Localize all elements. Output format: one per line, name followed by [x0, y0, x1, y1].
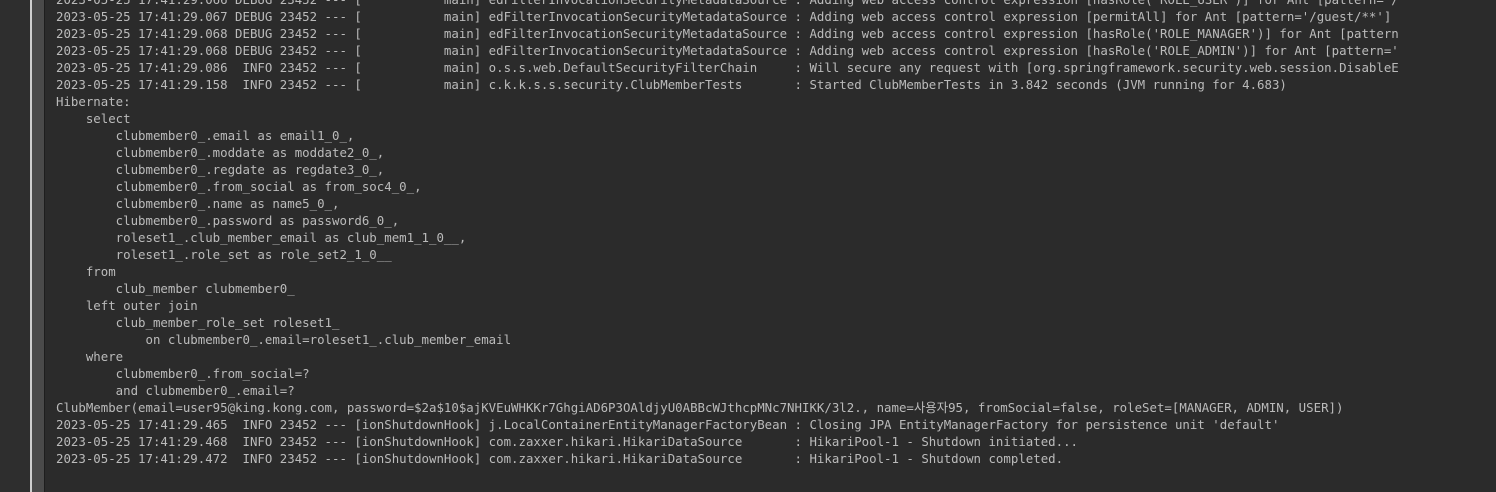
log-line: 2023-05-25 17:41:29.472 INFO 23452 --- […	[56, 451, 1064, 466]
left-gutter	[0, 0, 30, 492]
log-line: 2023-05-25 17:41:29.086 INFO 23452 --- […	[56, 60, 1399, 75]
log-line: clubmember0_.regdate as regdate3_0_,	[56, 162, 385, 177]
log-line: 2023-05-25 17:41:29.068 DEBUG 23452 --- …	[56, 43, 1399, 58]
console-output-panel[interactable]: 2023-05-25 17:41:29.066 DEBUG 23452 --- …	[45, 0, 1496, 492]
log-line: roleset1_.role_set as role_set2_1_0__	[56, 247, 400, 262]
log-line: clubmember0_.email as email1_0_,	[56, 128, 355, 143]
log-line: and clubmember0_.email=?	[56, 383, 295, 398]
log-line: left outer join	[56, 298, 198, 313]
log-line: from	[56, 264, 116, 279]
log-line: ClubMember(email=user95@king.kong.com, p…	[56, 400, 1344, 415]
log-line: 2023-05-25 17:41:29.158 INFO 23452 --- […	[56, 77, 1287, 92]
log-line: clubmember0_.password as password6_0_,	[56, 213, 400, 228]
log-line: roleset1_.club_member_email as club_mem1…	[56, 230, 467, 245]
log-line: Hibernate:	[56, 94, 139, 109]
ide-console-window: 2023-05-25 17:41:29.066 DEBUG 23452 --- …	[0, 0, 1496, 492]
log-line: select	[56, 111, 131, 126]
log-line: club_member clubmember0_	[56, 281, 303, 296]
log-line: 2023-05-25 17:41:29.465 INFO 23452 --- […	[56, 417, 1280, 432]
console-log[interactable]: 2023-05-25 17:41:29.066 DEBUG 23452 --- …	[45, 0, 1496, 467]
log-line: club_member_role_set roleset1_	[56, 315, 347, 330]
log-line: clubmember0_.moddate as moddate2_0_,	[56, 145, 385, 160]
log-line: 2023-05-25 17:41:29.468 INFO 23452 --- […	[56, 434, 1078, 449]
log-line: 2023-05-25 17:41:29.068 DEBUG 23452 --- …	[56, 26, 1399, 41]
log-line: clubmember0_.from_social=?	[56, 366, 318, 381]
console-gutter-strip	[32, 0, 44, 492]
log-line: 2023-05-25 17:41:29.067 DEBUG 23452 --- …	[56, 9, 1392, 24]
log-line: where	[56, 349, 124, 364]
log-line: on clubmember0_.email=roleset1_.club_mem…	[56, 332, 519, 347]
log-line: 2023-05-25 17:41:29.066 DEBUG 23452 --- …	[56, 0, 1496, 8]
log-line: clubmember0_.from_social as from_soc4_0_…	[56, 179, 422, 194]
log-line: clubmember0_.name as name5_0_,	[56, 196, 340, 211]
